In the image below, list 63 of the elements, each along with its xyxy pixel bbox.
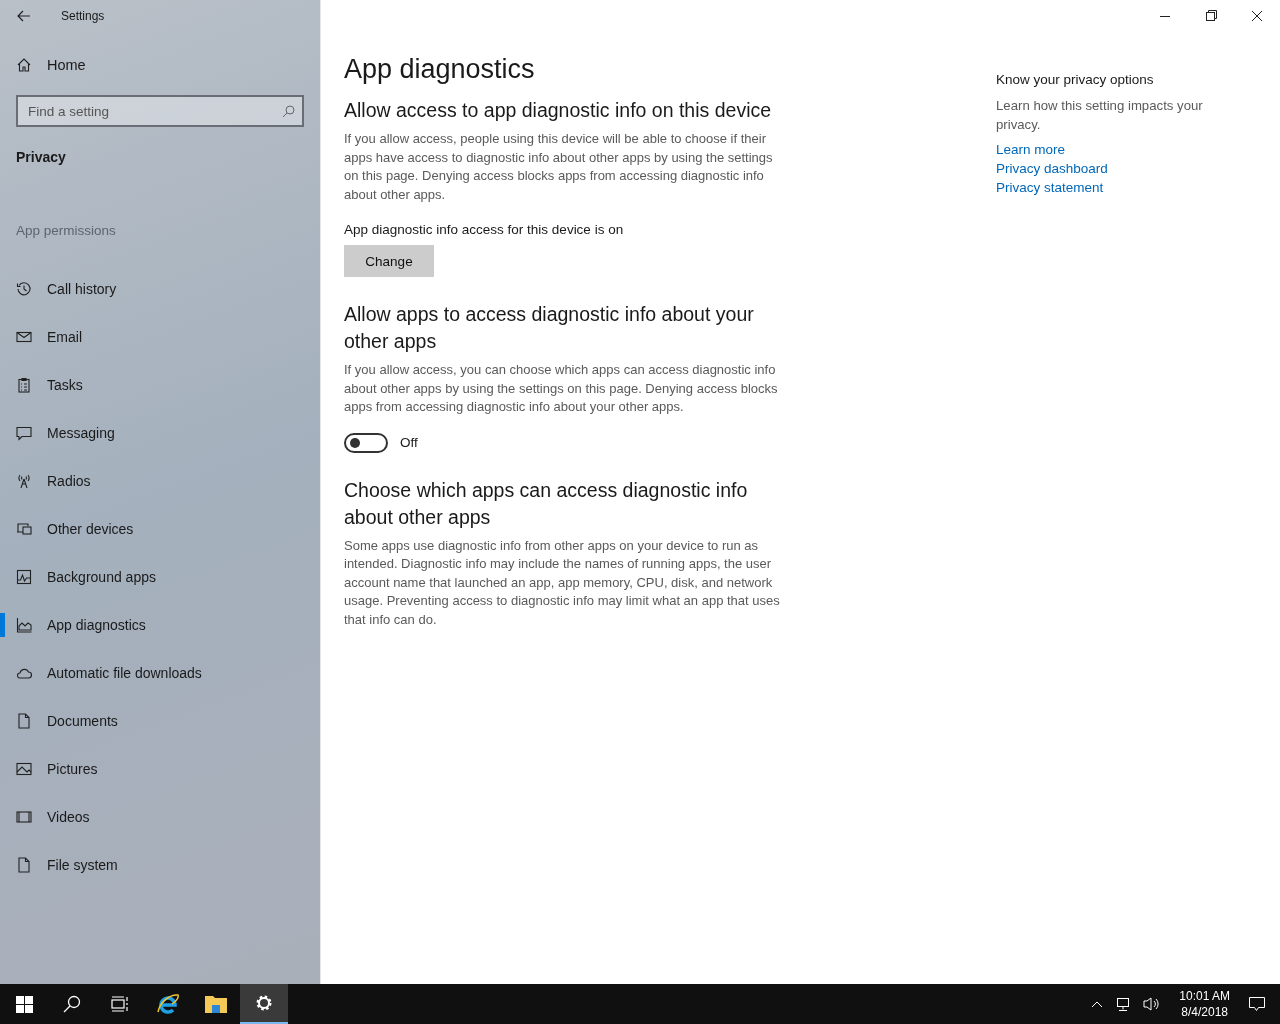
description-text: Some apps use diagnostic info from other apps on your device to run as intended. Diagnostic info may include the names of running apps, the user account name that launched an app, app memory, CPU, disk, and network usage. Preventing access to diagnostic info may limit what an app that uses that info can do.	[344, 536, 781, 629]
chart-icon	[16, 569, 32, 585]
sidebar-item[interactable]: Background apps	[0, 553, 320, 601]
chevron-up-icon[interactable]	[1091, 1000, 1104, 1008]
toggle-label: Off	[400, 435, 418, 450]
section-heading: Allow access to app diagnostic info on this device	[344, 98, 773, 123]
task-view-icon	[111, 996, 129, 1012]
sidebar-item[interactable]: Email	[0, 313, 320, 361]
film-icon	[16, 809, 32, 825]
description-text: If you allow access, people using this device will be able to choose if their apps have access to diagnostic info about other apps by using the settings on this page. Denying access blocks apps from accessing diagnostic info about other apps.	[344, 130, 774, 204]
sidebar-item[interactable]: Other devices	[0, 505, 320, 553]
link[interactable]: Privacy dashboard	[996, 159, 1108, 178]
sidebar-item[interactable]: Messaging	[0, 409, 320, 457]
back-arrow-icon[interactable]	[17, 10, 31, 22]
clipboard-icon	[16, 377, 32, 393]
search-icon[interactable]	[282, 105, 295, 118]
sidebar-item[interactable]: Automatic file downloads	[0, 649, 320, 697]
sidebar-item[interactable]: App diagnostics	[0, 601, 320, 649]
search-field[interactable]: Find a setting	[16, 95, 304, 127]
area-chart-icon	[16, 617, 32, 633]
devices-icon	[16, 521, 32, 537]
sidebar-item[interactable]: Documents	[0, 697, 320, 745]
aside-heading: Know your privacy options	[996, 72, 1155, 87]
time-text: 10:01 AM	[1179, 988, 1230, 1004]
section-heading: Allow apps to access diagnostic info about your other apps	[344, 302, 755, 354]
status-text: App diagnostic info access for this device is on	[344, 222, 625, 237]
network-icon[interactable]	[1115, 996, 1132, 1012]
description-text: If you allow access, you can choose which apps can access diagnostic info about other apps by using the settings on this page. Denying access blocks apps from accessing diagnostic info about your other apps.	[344, 361, 779, 416]
section-heading: Choose which apps can access diagnostic info about other apps	[344, 477, 749, 530]
section-heading: Privacy	[16, 149, 67, 165]
picture-icon	[16, 761, 32, 777]
window-title: Settings	[61, 9, 105, 23]
document-icon	[16, 857, 32, 873]
antenna-icon	[16, 473, 32, 489]
chat-bubble-icon	[16, 425, 32, 441]
page-title: App diagnostics	[344, 54, 536, 85]
history-icon	[16, 281, 32, 297]
sidebar-item[interactable]: Radios	[0, 457, 320, 505]
mail-icon	[16, 329, 32, 345]
link[interactable]: Privacy statement	[996, 178, 1104, 197]
settings-taskbar-button[interactable]	[240, 984, 288, 1024]
home-nav-item[interactable]: Home	[0, 41, 320, 89]
sidebar-item[interactable]: Call history	[0, 265, 320, 313]
search-icon	[63, 995, 81, 1013]
link[interactable]: Learn more	[996, 140, 1066, 159]
sidebar-item[interactable]: Videos	[0, 793, 320, 841]
group-heading: App permissions	[16, 223, 117, 238]
aside-text: Learn how this setting impacts your privacy.	[996, 97, 1204, 134]
change-button[interactable]: Change	[344, 245, 434, 277]
clock[interactable]: 10:01 AM 8/4/2018	[1173, 988, 1236, 1020]
notification-icon[interactable]	[1248, 996, 1266, 1012]
sidebar-item[interactable]: File system	[0, 841, 320, 889]
gear-icon	[254, 993, 274, 1013]
browser-e-icon	[156, 992, 180, 1016]
home-icon	[16, 57, 32, 73]
document-icon	[16, 713, 32, 729]
sidebar-item[interactable]: Tasks	[0, 361, 320, 409]
speaker-icon[interactable]	[1143, 996, 1162, 1012]
date-text: 8/4/2018	[1181, 1004, 1228, 1020]
toggle-switch[interactable]	[344, 432, 388, 453]
folder-icon	[204, 994, 228, 1014]
sidebar-item[interactable]: Pictures	[0, 745, 320, 793]
windows-logo-icon	[15, 995, 33, 1013]
